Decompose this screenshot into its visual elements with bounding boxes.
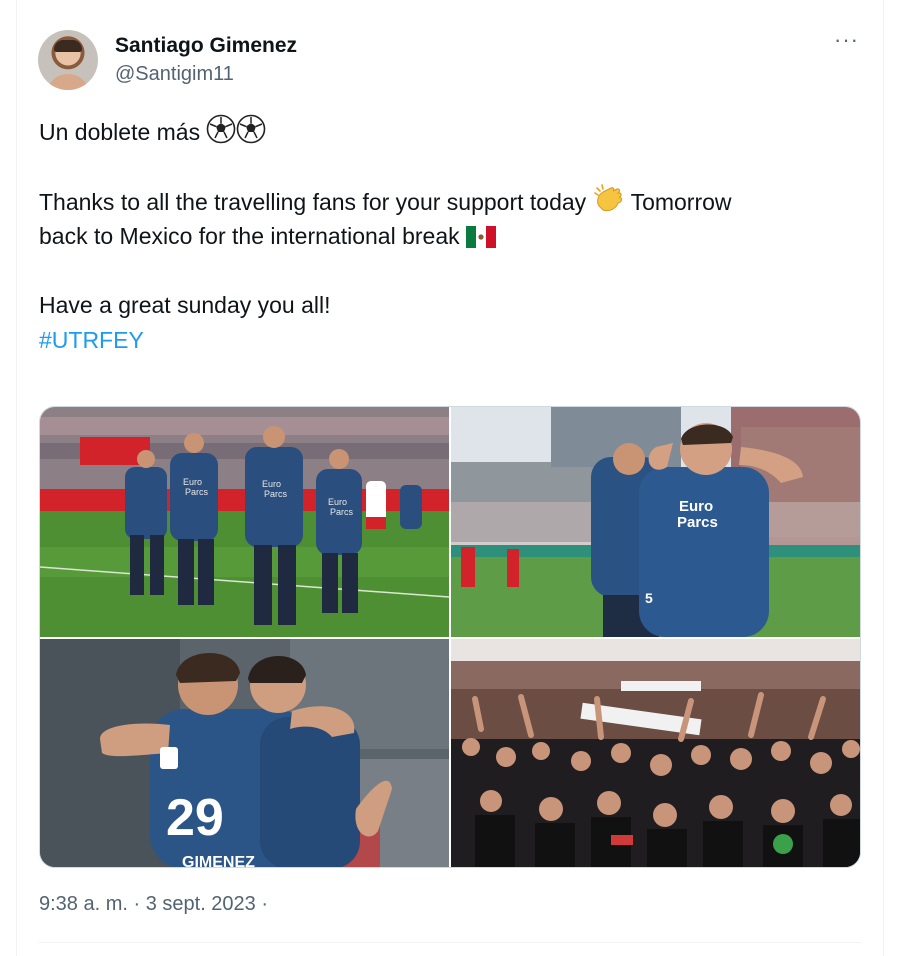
- soccer-ball-icon: [206, 114, 236, 154]
- svg-text:GIMENEZ: GIMENEZ: [182, 854, 255, 868]
- hashtag-link[interactable]: #UTRFEY: [39, 323, 144, 358]
- tweet-line-2: Thanks to all the travelling fans for yo…: [39, 184, 829, 224]
- svg-text:Euro: Euro: [183, 477, 202, 487]
- mexico-flag-icon: [466, 223, 497, 258]
- divider: [39, 942, 861, 943]
- fans-supporting-photo[interactable]: [451, 639, 860, 867]
- svg-text:Parcs: Parcs: [185, 487, 209, 497]
- players-hugging-photo[interactable]: 29 GIMENEZ: [40, 639, 449, 868]
- avatar-hair: [54, 40, 82, 52]
- tweet-timestamp[interactable]: 9:38 a. m. · 3 sept. 2023 ·: [39, 893, 268, 916]
- players-celebrating-photo[interactable]: Euro Parcs Euro Parcs Euro Parcs: [40, 407, 449, 637]
- svg-text:Euro: Euro: [262, 479, 281, 489]
- player-celebration-photo[interactable]: Euro Parcs 5: [451, 407, 860, 637]
- tweet-line-4: Have a great sunday you all!: [39, 292, 331, 318]
- avatar-shoulders: [46, 74, 90, 90]
- author-handle[interactable]: @Santigim11: [115, 63, 234, 86]
- svg-text:29: 29: [166, 789, 224, 847]
- tweet-line-2a: Thanks to all the travelling fans for yo…: [39, 189, 587, 215]
- svg-text:Parcs: Parcs: [330, 507, 354, 517]
- svg-text:Euro: Euro: [679, 498, 713, 515]
- media-grid: Euro Parcs Euro Parcs Euro Parcs Euro Pa…: [39, 406, 861, 868]
- soccer-ball-icon: [236, 114, 266, 154]
- tweet-line-3-text: back to Mexico for the international bre…: [39, 223, 460, 249]
- clapping-hands-icon: [593, 184, 625, 224]
- tweet-line-3: back to Mexico for the international bre…: [39, 219, 829, 258]
- more-options-icon[interactable]: ···: [834, 29, 859, 51]
- svg-text:Parcs: Parcs: [677, 514, 718, 531]
- avatar[interactable]: [38, 30, 98, 90]
- author-name[interactable]: Santiago Gimenez: [115, 34, 297, 58]
- svg-text:5: 5: [645, 590, 653, 606]
- tweet-line-1-text: Un doblete más: [39, 119, 201, 145]
- tweet-line-1: Un doblete más: [39, 114, 829, 154]
- svg-text:Euro: Euro: [328, 497, 347, 507]
- svg-text:Parcs: Parcs: [264, 489, 288, 499]
- tweet-line-2b: Tomorrow: [630, 189, 732, 215]
